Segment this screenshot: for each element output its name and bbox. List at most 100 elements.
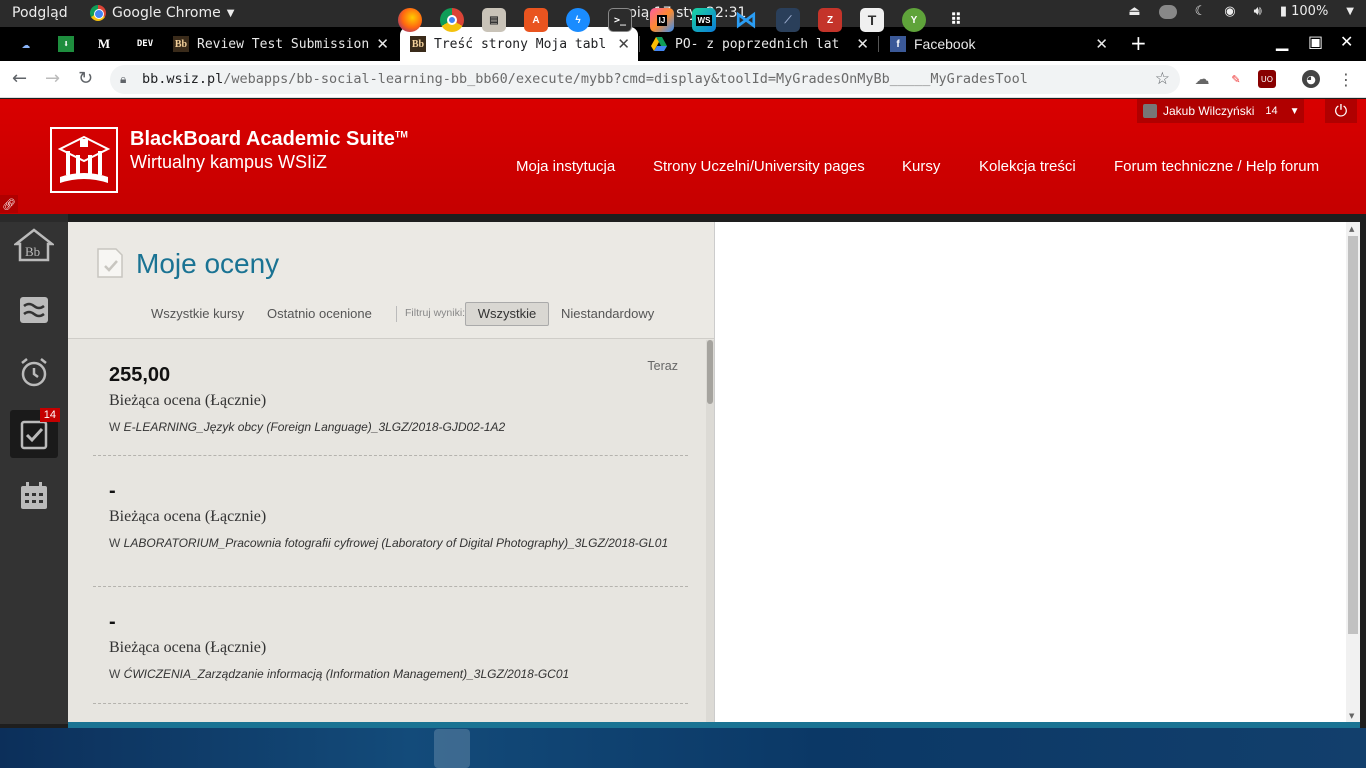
vscode-icon[interactable]: ⋈ (734, 7, 758, 32)
user-menu[interactable]: Jakub Wilczyński 14 ▼ (1137, 99, 1304, 123)
tab-moja-tablica[interactable]: Bb Treść strony Moja tabl ✕ (400, 27, 638, 61)
address-bar[interactable]: 🔒︎ bb.wsiz.pl/webapps/bb-social-learning… (110, 65, 1180, 94)
terminal-icon[interactable]: >_ (608, 8, 632, 32)
bookmark-star-icon[interactable]: ☆ (1155, 65, 1170, 94)
nav-moja-instytucja[interactable]: Moja instytucja (516, 158, 615, 175)
ublock-origin-icon[interactable]: UO (1258, 70, 1276, 88)
typora-icon[interactable]: T (860, 8, 884, 32)
nav-kursy[interactable]: Kursy (902, 158, 940, 175)
logout-button[interactable]: ⏻ (1325, 99, 1357, 123)
nav-kolekcja-tresci[interactable]: Kolekcja treści (979, 158, 1076, 175)
battery-icon: ▮ (1279, 4, 1287, 19)
clock[interactable]: pią 17 sty, 22:31 (628, 5, 746, 21)
wsiz-crest-icon (57, 135, 111, 183)
filter-recently-graded[interactable]: Ostatnio ocenione (267, 306, 372, 321)
app-name: Google Chrome (112, 5, 221, 21)
page-title: Moje oceny (136, 248, 280, 279)
chrome-menu-icon[interactable]: ⋮ (1337, 70, 1355, 89)
scroll-up-icon[interactable]: ▲ (1349, 225, 1354, 233)
course-name[interactable]: W E-LEARNING_Język obcy (Foreign Languag… (109, 420, 679, 435)
eject-icon[interactable]: ⏏ (1128, 4, 1140, 19)
chrome-icon (90, 5, 106, 21)
messenger-tray-icon[interactable] (1158, 4, 1177, 19)
tab-pinned-medium[interactable]: M (86, 27, 122, 61)
close-icon[interactable]: ✕ (376, 35, 389, 53)
wsiz-logo[interactable] (50, 127, 118, 193)
url-host: bb.wsiz.pl (142, 71, 224, 87)
new-tab-button[interactable]: + (1130, 31, 1147, 55)
color-picker-extension-icon[interactable]: ✎ (1227, 70, 1245, 88)
files-icon[interactable]: ▤ (482, 8, 506, 32)
lock-icon[interactable]: 🔒︎ (120, 65, 126, 94)
maximize-icon[interactable]: ▣ (1308, 32, 1323, 51)
grade-label: Bieżąca ocena (Łącznie) (109, 508, 267, 525)
download-icon: ⬇ (58, 36, 74, 52)
system-tray[interactable]: ⏏ ☾ ◉ 🔊︎ ▮ 100% ▼ (1128, 4, 1354, 19)
chrome-dock-icon[interactable] (440, 8, 464, 32)
avatar (1143, 104, 1157, 118)
rail-home[interactable]: Bb (10, 222, 58, 270)
tab-pinned-cloud[interactable]: ☁ (8, 27, 48, 61)
messenger-icon[interactable]: ϟ (566, 8, 590, 32)
chevron-down-icon: ▼ (1289, 105, 1300, 117)
scrollbar-thumb[interactable] (1348, 236, 1358, 634)
list-item[interactable]: - Bieżąca ocena (Łącznie) W LABORATORIUM… (93, 457, 688, 587)
back-button[interactable]: ← (12, 68, 27, 89)
close-icon[interactable]: ✕ (617, 35, 630, 53)
tab-drive[interactable]: PO- z poprzednich lat ✕ (641, 27, 877, 61)
nav-university-pages[interactable]: Strony Uczelni/University pages (653, 158, 865, 175)
insomnia-icon[interactable]: Y (902, 8, 926, 32)
webstorm-icon[interactable]: WS (692, 8, 716, 32)
nav-help-forum[interactable]: Forum techniczne / Help forum (1114, 158, 1319, 175)
software-center-icon[interactable]: A (524, 8, 548, 32)
rail-activity-stream[interactable] (10, 286, 58, 334)
blackboard-home-icon: Bb (14, 228, 54, 262)
tab-pinned-download[interactable]: ⬇ (48, 27, 84, 61)
rail-calendar[interactable] (10, 472, 58, 520)
close-icon[interactable]: ✕ (1095, 35, 1108, 53)
course-name[interactable]: W LABORATORIUM_Pracownia fotografii cyfr… (109, 536, 679, 551)
rail-due-dates[interactable] (10, 348, 58, 396)
battery-indicator[interactable]: ▮ 100% (1280, 4, 1328, 19)
power-icon: ⏻ (1334, 101, 1348, 120)
minimize-icon[interactable]: ▁ (1276, 32, 1288, 51)
filter-all-courses[interactable]: Wszystkie kursy (151, 306, 244, 321)
filezilla-icon[interactable]: Z (818, 8, 842, 32)
grades-badge: 14 (39, 408, 60, 422)
tab-review-test[interactable]: Bb Review Test Submission ✕ (163, 27, 397, 61)
tab-title: Review Test Submission (197, 36, 370, 52)
wifi-icon[interactable]: ◉ (1224, 4, 1235, 19)
volume-icon[interactable]: 🔊︎ (1254, 4, 1262, 19)
browser-toolbar: ← → ↻ 🔒︎ bb.wsiz.pl/webapps/bb-social-le… (0, 61, 1366, 98)
window-close-icon[interactable]: ✕ (1340, 32, 1353, 51)
intellij-icon[interactable]: IJ (650, 8, 674, 32)
app-menu[interactable]: Google Chrome ▼ (90, 5, 234, 21)
rail-grades[interactable]: 14 (10, 408, 60, 458)
google-drive-icon (651, 36, 667, 52)
page-scrollbar[interactable]: ▲ ▼ (1346, 222, 1360, 724)
tab-pinned-dev[interactable]: DEV (124, 27, 162, 61)
close-icon[interactable]: ✕ (856, 35, 869, 53)
tab-strip: ☁ ⬇ M DEV Bb Review Test Submission ✕ Bb… (0, 27, 1366, 61)
scroll-down-icon[interactable]: ▼ (1349, 712, 1354, 720)
panel-scrollbar[interactable] (706, 340, 714, 724)
quick-links-icon[interactable]: 🔗︎ (0, 195, 18, 213)
list-item[interactable]: - Bieżąca ocena (Łącznie) W ĆWICZENIA_Za… (93, 588, 688, 704)
activities-button[interactable]: Podgląd (12, 5, 68, 21)
filter-custom[interactable]: Niestandardowy (561, 306, 654, 321)
filter-all-button[interactable]: Wszystkie (465, 302, 549, 326)
cloud-extension-icon[interactable]: ☁ (1193, 70, 1211, 88)
mysql-workbench-icon[interactable]: ⟋ (776, 8, 800, 32)
scrollbar-thumb[interactable] (707, 340, 713, 404)
filter-label: Filtruj wyniki: (396, 306, 465, 322)
reload-button[interactable]: ↻ (78, 68, 93, 89)
list-item[interactable]: Teraz 255,00 Bieżąca ocena (Łącznie) W E… (93, 340, 688, 456)
forward-button[interactable]: → (45, 68, 60, 89)
firefox-icon[interactable] (398, 8, 422, 32)
profile-avatar[interactable]: ◕ (1302, 70, 1320, 88)
tab-facebook[interactable]: f Facebook ✕ (880, 27, 1116, 61)
app-grid-icon[interactable]: ⠿ (944, 8, 968, 32)
course-name[interactable]: W ĆWICZENIA_Zarządzanie informacją (Info… (109, 667, 679, 682)
chevron-down-icon[interactable]: ▼ (1346, 6, 1354, 17)
night-light-icon[interactable]: ☾ (1195, 4, 1207, 19)
